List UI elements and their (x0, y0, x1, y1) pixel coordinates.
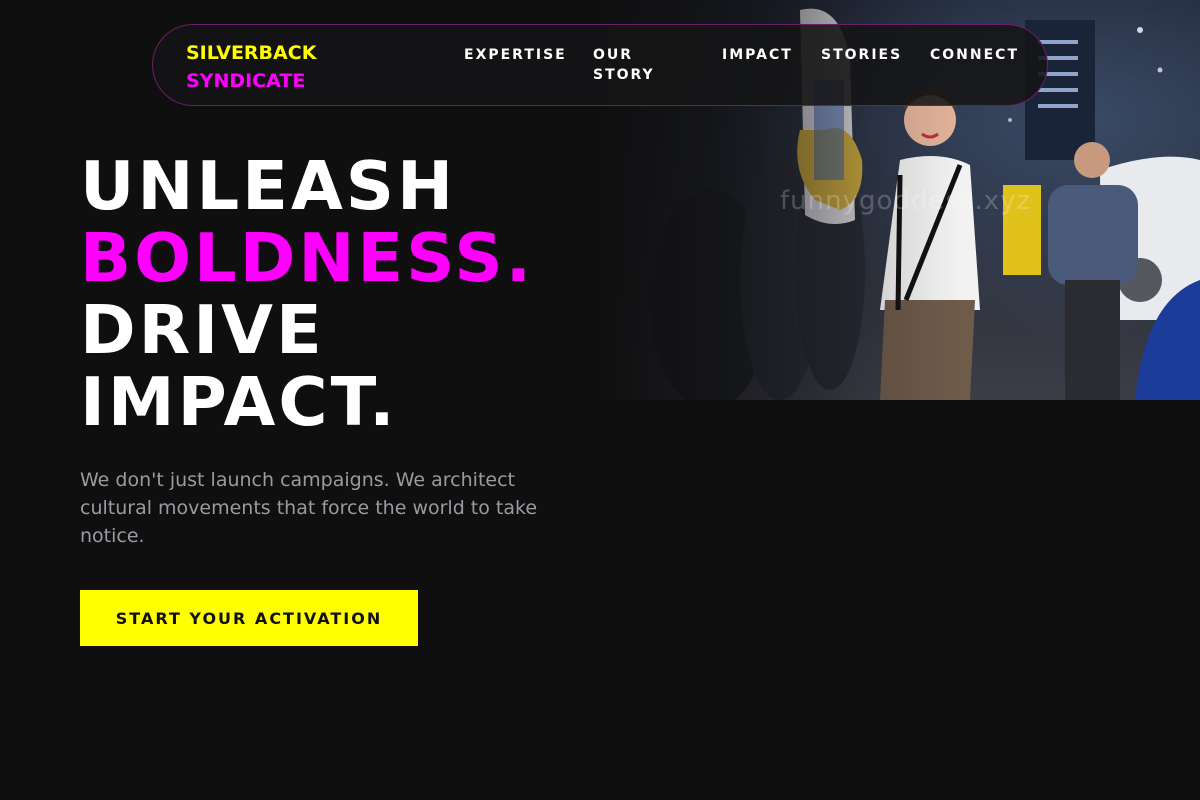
brand-name-line2: SYNDICATE (186, 70, 306, 92)
top-nav: SILVERBACK SYNDICATE EXPERTISE OUR STORY… (152, 24, 1048, 106)
page: funnygoddess.xyz SILVERBACK SYNDICATE EX… (0, 0, 1200, 800)
start-activation-button[interactable]: START YOUR ACTIVATION (80, 590, 418, 646)
nav-link-connect[interactable]: CONNECT (930, 45, 1019, 65)
brand-logo[interactable]: SILVERBACK SYNDICATE (186, 39, 316, 95)
brand-name-line1: SILVERBACK (186, 42, 317, 64)
headline-line-2: BOLDNESS. (80, 219, 535, 297)
headline-line-3: DRIVE (80, 291, 325, 369)
nav-link-impact[interactable]: IMPACT (722, 45, 793, 65)
nav-link-our-story[interactable]: OUR STORY (593, 45, 673, 85)
hero-headline: UNLEASH BOLDNESS. DRIVE IMPACT. (80, 150, 534, 438)
nav-link-expertise[interactable]: EXPERTISE (464, 45, 567, 65)
hero-subtext: We don't just launch campaigns. We archi… (80, 469, 538, 547)
headline-line-1: UNLEASH (80, 147, 457, 225)
nav-link-stories[interactable]: STORIES (821, 45, 902, 65)
headline-line-4: IMPACT. (80, 363, 398, 441)
image-watermark: funnygoddess.xyz (780, 186, 1032, 216)
